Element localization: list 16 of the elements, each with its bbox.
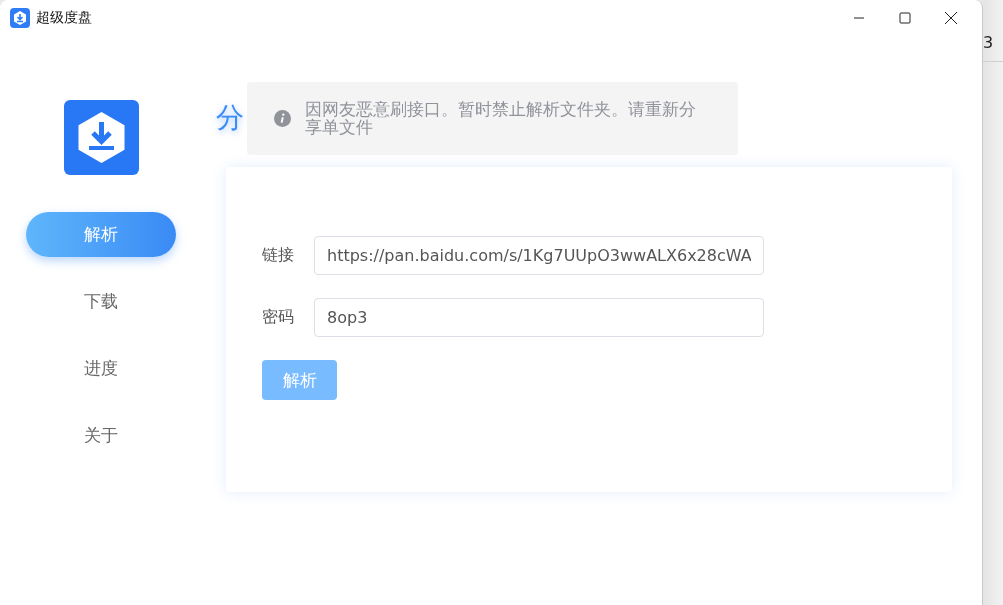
background-text: 3 — [983, 32, 994, 52]
field-label: 链接 — [262, 245, 295, 266]
nav-item[interactable]: 关于 — [26, 413, 176, 458]
field-label: 密码 — [262, 307, 295, 328]
notice-text: 因网友恶意刷接口。暂时禁止解析文件夹。请重新分享单文件 — [305, 100, 697, 137]
input-field[interactable]: 8op3 — [314, 298, 764, 337]
maximize-icon — [899, 12, 911, 24]
info-icon — [274, 110, 291, 127]
nav-item[interactable]: 下载 — [26, 279, 176, 324]
window-title: 超级度盘 — [36, 9, 92, 27]
page-heading: 分 — [216, 100, 244, 136]
app-icon — [10, 8, 30, 28]
nav-item[interactable]: 进度 — [26, 346, 176, 391]
input-field[interactable]: https://pan.baidu.com/s/1Kg7UUpO3wwALX6x28cWA — [314, 236, 764, 275]
close-icon — [944, 11, 958, 25]
logo-icon — [63, 100, 139, 175]
